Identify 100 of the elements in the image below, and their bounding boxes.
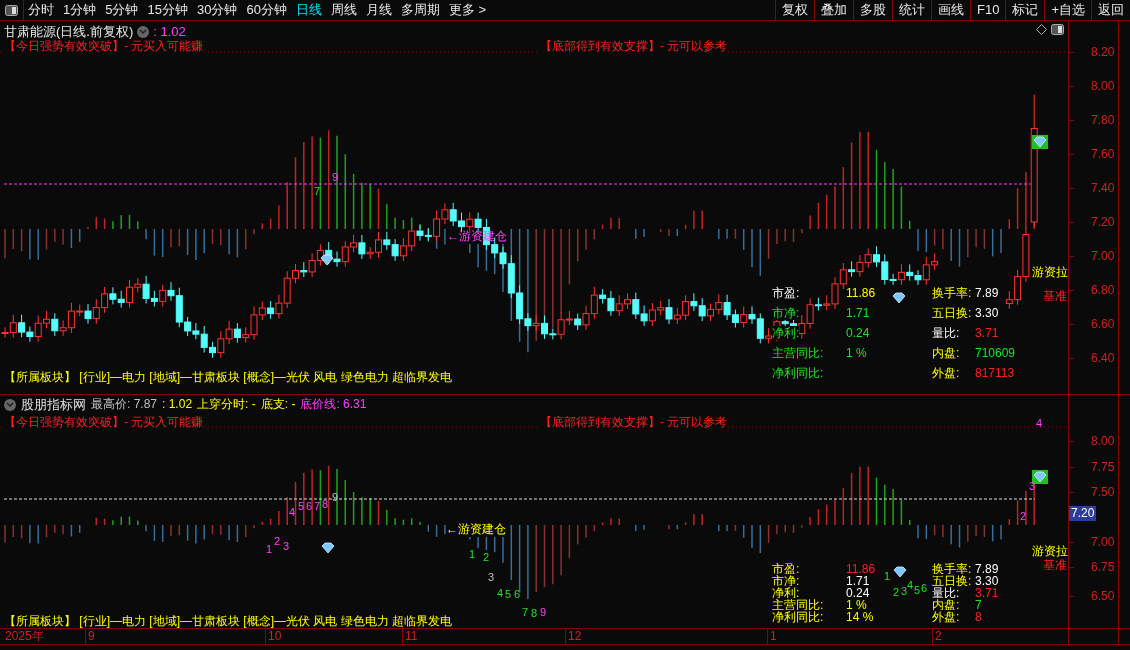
stat-label: 五日换:: [932, 306, 972, 320]
date-label: 2: [935, 629, 942, 644]
annotation-text: ←游资建仓: [446, 522, 506, 536]
sector-info-text: 【所属板块】 [行业]—电力 [地域]—甘肃板块 [概念]—光伏 风电 绿色电力 超临界发电: [4, 370, 452, 384]
price-tick: 6.60: [1091, 317, 1115, 331]
price-tick: 7.20: [1091, 215, 1115, 229]
sector-info-text: 【所属板块】 [行业]—电力 [地域]—甘肃板块 [概念]—光伏 风电 绿色电力 超临界发电: [4, 614, 452, 628]
stat-value: 710609: [975, 346, 1016, 360]
marker-number: 4: [289, 505, 296, 519]
stat-value: 3.30: [975, 306, 999, 320]
marker-number: 7: [522, 605, 529, 619]
stat-label: 主营同比:: [772, 346, 824, 360]
period-tab[interactable]: 30分钟: [196, 0, 238, 20]
stat-value: 1 %: [846, 346, 867, 360]
marker-number: 1: [469, 547, 476, 561]
price-tick: 7.00: [1091, 249, 1115, 263]
date-label: 9: [88, 629, 95, 644]
marker-number: 3: [488, 570, 495, 584]
price-tick: 7.40: [1091, 181, 1115, 195]
toolbar-button[interactable]: F10: [970, 0, 1006, 20]
price-tick: 7.60: [1091, 147, 1115, 161]
signal-text: 【今日强势有效突破】- 元买入可能赚: [4, 39, 204, 53]
marker-number: 3: [901, 585, 908, 598]
stat-value: 11.86: [846, 286, 876, 300]
period-tab[interactable]: 多周期: [400, 0, 440, 20]
signal-text: 【今日强势有效突破】- 元买入可能赚: [4, 415, 204, 429]
marker-number: 5: [505, 587, 512, 601]
indicator-info-text: 上穿分时: -: [197, 397, 256, 412]
toolbar-button[interactable]: 多股: [853, 0, 892, 20]
stat-label: 净利:: [772, 326, 800, 340]
stat-label: 外盘:: [932, 366, 960, 380]
price-tick: 7.75: [1091, 460, 1115, 474]
marker-number: 2: [893, 585, 900, 599]
stat-value: 1.71: [846, 306, 870, 320]
marker-number: 7: [314, 184, 321, 198]
stat-value: 817113: [975, 366, 1015, 380]
annotation-text: 游资拉: [1032, 544, 1068, 558]
marker-number: 4: [497, 586, 504, 600]
toolbar-button[interactable]: 标记: [1005, 0, 1045, 20]
stat-value: 14 %: [846, 610, 874, 624]
price-tick: 8.00: [1091, 434, 1115, 448]
price-tick: 6.80: [1091, 283, 1115, 297]
stat-value: 7.89: [975, 286, 999, 300]
signal-text: 【底部得到有效支撑】- 元可以参考: [540, 415, 728, 429]
period-tab[interactable]: 日线: [295, 0, 322, 20]
date-label: 11: [405, 629, 418, 644]
marker-number: 5: [914, 583, 921, 597]
price-tick: 7.80: [1091, 113, 1115, 127]
period-tab[interactable]: 1分钟: [63, 0, 97, 20]
period-tab[interactable]: 5分钟: [105, 0, 139, 20]
date-label: 10: [268, 629, 282, 644]
marker-number: 6: [921, 581, 928, 595]
date-label: 12: [568, 629, 582, 644]
stat-label: 外盘:: [932, 610, 960, 624]
date-label: 1: [770, 629, 777, 644]
indicator-value: : 1.02: [153, 24, 186, 39]
marker-number: 4: [1036, 416, 1043, 430]
stat-label: 净利同比:: [772, 610, 824, 624]
current-price-tag: 7.20: [1069, 506, 1097, 521]
period-tab[interactable]: 15分钟: [147, 0, 188, 20]
toolbar-button[interactable]: 统计: [892, 0, 931, 20]
marker-number: 6: [514, 587, 521, 601]
annotation-text: 游资拉: [1032, 265, 1068, 279]
marker-number: 2: [483, 550, 490, 564]
price-tick: 6.40: [1091, 351, 1115, 365]
period-tab[interactable]: 60分钟: [246, 0, 287, 20]
stat-value: 3.71: [975, 586, 999, 600]
period-tab[interactable]: 分时: [28, 0, 54, 20]
period-tab[interactable]: 月线: [365, 0, 392, 20]
price-tick: 7.00: [1091, 535, 1115, 549]
period-tab[interactable]: 更多 >: [448, 0, 487, 20]
period-tab[interactable]: 周线: [330, 0, 357, 20]
stat-label: 市盈:: [772, 286, 800, 300]
marker-number: 8: [322, 497, 329, 511]
toolbar-button[interactable]: 画线: [931, 0, 970, 20]
toolbar-button[interactable]: 返回: [1091, 0, 1130, 20]
indicator-info-text: : 1.02: [162, 397, 193, 412]
price-tick: 8.20: [1091, 45, 1115, 59]
date-label: 2025年: [5, 629, 44, 644]
annotation-text: 基准: [1043, 289, 1067, 303]
stat-label: 换手率:: [932, 286, 972, 300]
price-tick: 6.50: [1091, 589, 1115, 603]
marker-number: 1: [266, 542, 273, 556]
stat-label: 量比:: [932, 326, 960, 340]
stock-title: 甘肃能源(日线.前复权): [4, 24, 134, 39]
annotation-text: 基准: [1043, 558, 1067, 572]
stat-label: 内盘:: [932, 346, 960, 360]
toolbar-button[interactable]: +自选: [1044, 0, 1091, 20]
marker-number: 9: [332, 170, 339, 184]
indicator-info-text: 底价线: 6.31: [300, 397, 367, 412]
marker-number: 6: [306, 499, 313, 513]
toolbar-button[interactable]: 叠加: [814, 0, 853, 20]
marker-number: 8: [531, 606, 538, 620]
marker-number: 1: [884, 569, 891, 583]
indicator-info-text: 最高价: 7.87: [91, 397, 158, 412]
marker-number: 9: [540, 605, 547, 619]
stat-label: 市净:: [772, 306, 800, 320]
indicator-info-text: 股朋指标网: [21, 397, 86, 412]
toolbar-button[interactable]: 复权: [775, 0, 814, 20]
indicator-info-text: 底支: -: [260, 397, 296, 412]
